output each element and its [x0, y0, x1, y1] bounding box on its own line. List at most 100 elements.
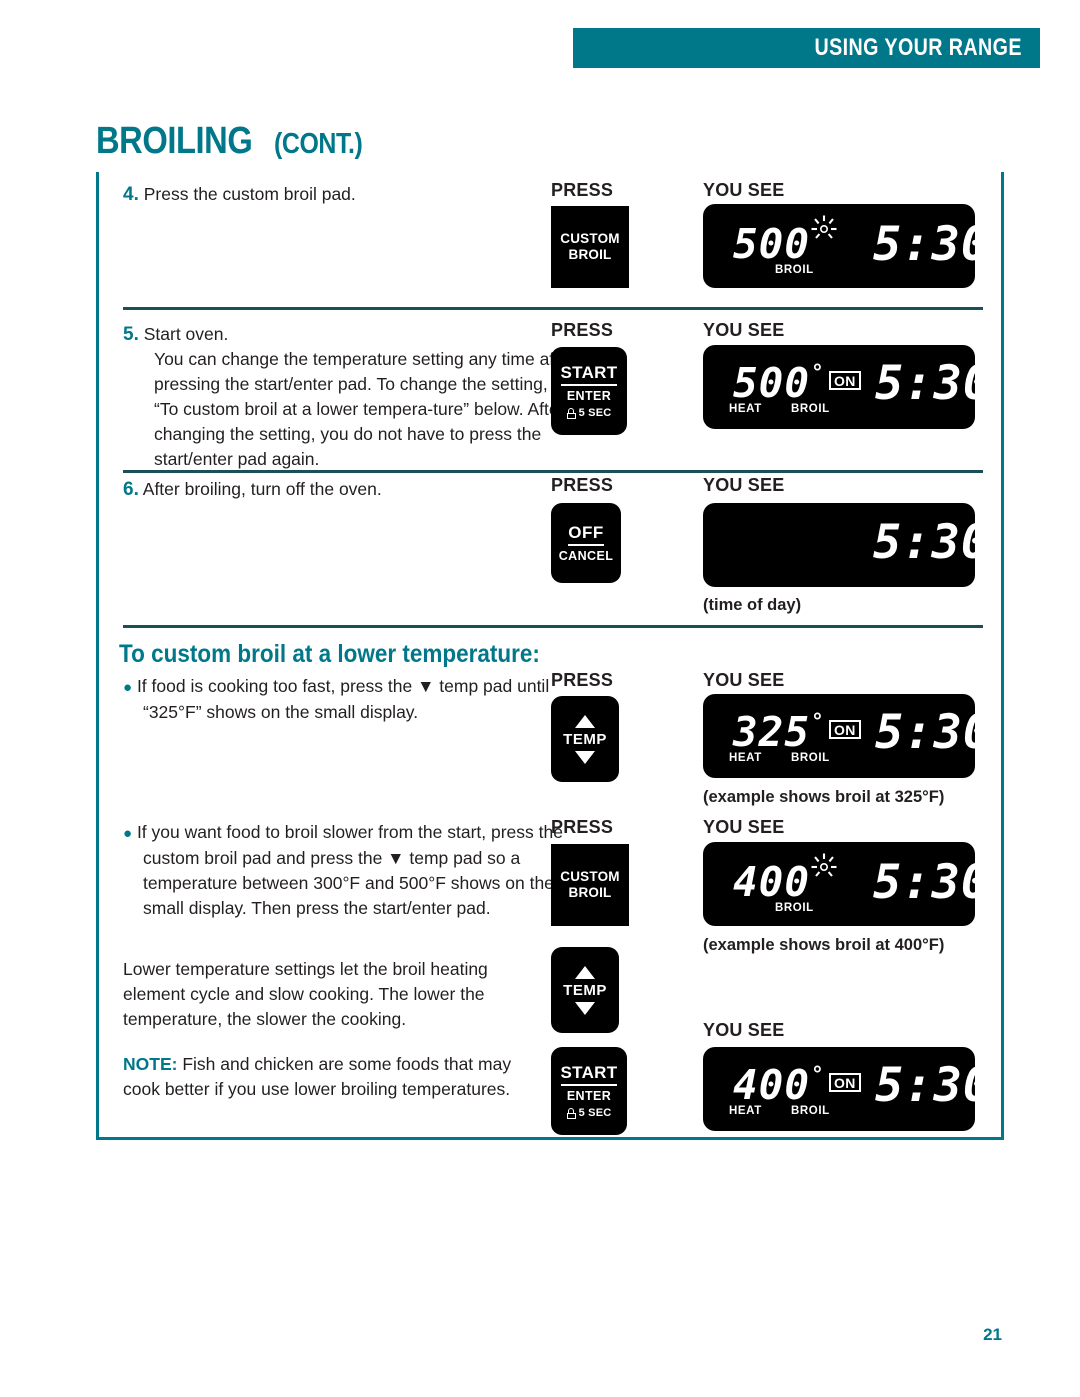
display-1-clock: 5:30 — [873, 217, 991, 272]
off-pad-main-label: OFF — [568, 523, 604, 546]
off-pad-sub-label: CANCEL — [558, 549, 614, 563]
display-1-temp: 500 — [733, 220, 811, 268]
lower-temp-paragraph: Lower temperature settings let the broil… — [123, 959, 488, 1029]
display-5-indicator-broil: BROIL — [775, 902, 814, 914]
press-label-1: PRESS — [551, 180, 614, 200]
bullet-text-2: If you want food to broil slower from th… — [136, 822, 563, 918]
temp-pad-2[interactable]: TEMP — [551, 947, 619, 1033]
step-6-body: After broiling, turn off the oven. — [142, 479, 382, 499]
custom-broil-pad-1[interactable]: CUSTOM BROIL — [551, 206, 629, 288]
start-enter-pad-1[interactable]: START ENTER 5 SEC — [551, 347, 627, 435]
you-see-label-6: YOU SEE — [703, 1020, 785, 1040]
step-5-text: 5. Start oven. — [123, 322, 574, 347]
you-see-label-3: YOU SEE — [703, 475, 785, 495]
display-2-temp: 500 — [733, 359, 811, 407]
note-paragraph: NOTE: Fish and chicken are some foods th… — [123, 1052, 543, 1102]
header-banner: USING YOUR RANGE — [573, 28, 1040, 68]
step-5-detail: You can change the temperature setting a… — [154, 349, 581, 469]
bullet-item-2: ● If you want food to broil slower from … — [123, 820, 563, 921]
display-6-clock: 5:30 — [875, 1058, 993, 1113]
display-2-degree: ° — [813, 359, 822, 384]
custom-broil-pad-2-label-line1: CUSTOM — [560, 869, 620, 884]
step-6-text: 6. After broiling, turn off the oven. — [123, 477, 574, 502]
start-pad-sub-label: ENTER — [566, 389, 612, 403]
step-6-number: 6. — [123, 479, 139, 500]
flashing-starburst-icon-2 — [811, 853, 837, 877]
step-4-number: 4. — [123, 184, 139, 205]
display-1-indicator-broil: BROIL — [775, 264, 814, 276]
display-time-of-day: 5:30 — [703, 503, 989, 587]
note-label: NOTE: — [123, 1054, 178, 1074]
display-4-caption: (example shows broil at 325°F) — [703, 788, 945, 806]
start-enter-pad-2[interactable]: START ENTER 5 SEC — [551, 1047, 627, 1135]
off-cancel-pad[interactable]: OFF CANCEL — [551, 503, 621, 583]
display-3-caption: (time of day) — [703, 596, 802, 614]
you-see-label-4: YOU SEE — [703, 670, 785, 690]
display-5-temp: 400 — [733, 858, 811, 906]
display-2-indicator-broil: BROIL — [791, 403, 830, 415]
display-400-flashing: 400 BROIL 5:30 — [703, 842, 989, 926]
step-4-body: Press the custom broil pad. — [143, 184, 356, 204]
display-4-temp: 325 — [733, 708, 811, 756]
display-325-on: 325 ° ON HEAT BROIL 5:30 — [703, 694, 991, 778]
temp-down-arrow-icon[interactable] — [575, 750, 595, 764]
flashing-starburst-icon — [811, 215, 837, 239]
temp-pad-label-2: TEMP — [563, 981, 607, 999]
press-label-3: PRESS — [551, 475, 614, 495]
display-400-on: 400 ° ON HEAT BROIL 5:30 — [703, 1047, 991, 1131]
start-pad-lock-text: 5 SEC — [578, 407, 612, 419]
press-label-2: PRESS — [551, 320, 614, 340]
display-2-clock: 5:30 — [875, 356, 993, 411]
display-4-on-badge: ON — [829, 720, 861, 739]
page-title-cont: (CONT.) — [273, 128, 363, 160]
custom-broil-pad-label-line2: BROIL — [568, 247, 612, 262]
display-6-indicator-heat: HEAT — [729, 1105, 762, 1117]
temp-up-arrow-icon-2[interactable] — [575, 965, 595, 979]
sub-heading: To custom broil at a lower temperature: — [119, 640, 540, 668]
bullet-item-1: ● If food is cooking too fast, press the… — [123, 674, 563, 725]
step-4-text: 4. Press the custom broil pad. — [123, 182, 574, 207]
display-2-on-badge: ON — [829, 371, 861, 390]
bullet-dot-1: ● — [123, 679, 133, 696]
display-6-indicator-broil: BROIL — [791, 1105, 830, 1117]
note-text: Fish and chicken are some foods that may… — [123, 1054, 512, 1099]
header-banner-text: USING YOUR RANGE — [814, 34, 1022, 61]
bullet-text-1: If food is cooking too fast, press the ▼… — [136, 676, 550, 722]
step-5-number: 5. — [123, 324, 139, 345]
temp-up-arrow-icon[interactable] — [575, 714, 595, 728]
page-title: BROILING (CONT.) — [96, 122, 377, 160]
start-pad-2-main-label: START — [560, 1063, 618, 1086]
display-5-clock: 5:30 — [873, 855, 991, 910]
display-4-indicator-broil: BROIL — [791, 752, 830, 764]
content-box: 4. Press the custom broil pad. PRESS YOU… — [96, 172, 1004, 1140]
temp-pad-label-1: TEMP — [563, 730, 607, 748]
display-4-indicator-heat: HEAT — [729, 752, 762, 764]
display-2-indicator-heat: HEAT — [729, 403, 762, 415]
start-pad-lock-hint: 5 SEC — [566, 407, 612, 419]
lock-icon-2 — [566, 1107, 576, 1119]
start-pad-2-lock-hint: 5 SEC — [566, 1107, 612, 1119]
display-5-caption: (example shows broil at 400°F) — [703, 936, 945, 954]
press-label-5: PRESS — [551, 817, 614, 837]
display-6-degree: ° — [813, 1061, 822, 1086]
display-3-clock: 5:30 — [873, 515, 991, 570]
start-pad-main-label: START — [560, 363, 618, 386]
display-4-clock: 5:30 — [875, 705, 993, 760]
display-4-degree: ° — [813, 708, 822, 733]
bullet-dot-2: ● — [123, 825, 133, 842]
display-6-on-badge: ON — [829, 1073, 861, 1092]
custom-broil-pad-label-line1: CUSTOM — [560, 231, 620, 246]
page-number: 21 — [983, 1325, 1002, 1344]
display-500-flashing: 500 BROIL 5:30 — [703, 204, 989, 288]
temp-pad-1[interactable]: TEMP — [551, 696, 619, 782]
you-see-label-2: YOU SEE — [703, 320, 785, 340]
separator-rule-1 — [123, 307, 983, 310]
you-see-label-5: YOU SEE — [703, 817, 785, 837]
page-title-main: BROILING — [96, 120, 253, 162]
temp-down-arrow-icon-2[interactable] — [575, 1001, 595, 1015]
custom-broil-pad-2[interactable]: CUSTOM BROIL — [551, 844, 629, 926]
start-pad-2-sub-label: ENTER — [566, 1089, 612, 1103]
separator-rule-3 — [123, 625, 983, 628]
press-label-4: PRESS — [551, 670, 614, 690]
display-500-on: 500 ° ON HEAT BROIL 5:30 — [703, 345, 991, 429]
